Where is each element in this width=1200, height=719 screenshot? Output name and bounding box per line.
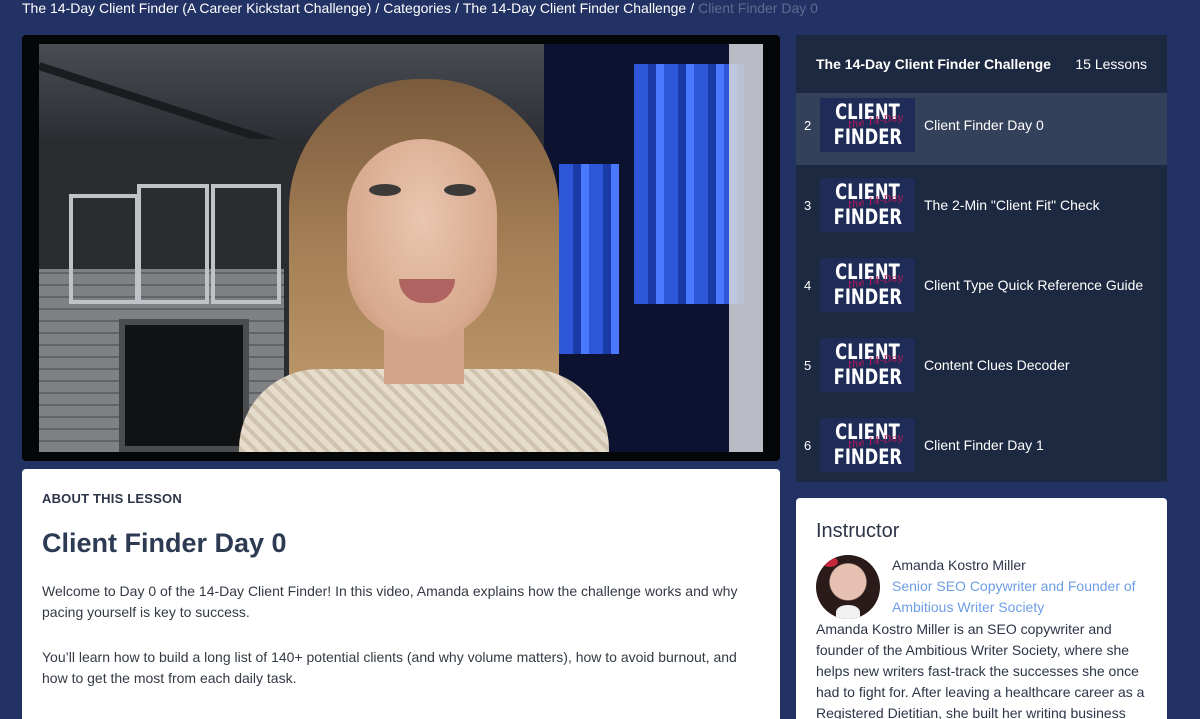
lesson-thumbnail: CLIENT FINDER the 14-Day [820,418,915,472]
lesson-number: 3 [804,197,812,213]
instructor-name: Amanda Kostro Miller [892,557,1026,573]
lesson-title: Content Clues Decoder [924,357,1070,373]
about-lesson-card: ABOUT THIS LESSON Client Finder Day 0 We… [22,469,780,719]
lesson-thumbnail: CLIENT FINDER the 14-Day [820,338,915,392]
lesson-item-active[interactable]: 2 CLIENT FINDER the 14-Day Client Finder… [796,85,1167,165]
lesson-item[interactable]: 4 CLIENT FINDER the 14-Day Client Type Q… [796,245,1167,325]
instructor-role-link[interactable]: Senior SEO Copywriter and Founder of Amb… [892,576,1142,618]
breadcrumb-separator: / [375,0,380,16]
lesson-number: 2 [804,117,812,133]
instructor-avatar [816,555,880,619]
lesson-title: Client Type Quick Reference Guide [924,277,1144,293]
lesson-number: 4 [804,277,812,293]
lesson-count: 15 Lessons [1075,56,1147,72]
lesson-thumbnail: CLIENT FINDER the 14-Day [820,98,915,152]
breadcrumb-categories[interactable]: Categories [383,0,451,16]
lesson-item[interactable]: 3 CLIENT FINDER the 14-Day The 2-Min "Cl… [796,165,1167,245]
lesson-title: Client Finder Day 1 [924,437,1044,453]
lesson-number: 6 [804,437,812,453]
instructor-heading: Instructor [816,520,900,542]
about-lesson-label: ABOUT THIS LESSON [42,491,182,506]
lesson-list-title: The 14-Day Client Finder Challenge [816,56,1051,72]
presenter [219,79,619,452]
lesson-description: You’ll learn how to build a long list of… [42,649,737,686]
video-frame-image[interactable] [39,44,763,452]
lesson-item[interactable]: 5 CLIENT FINDER the 14-Day Content Clues… [796,325,1167,405]
lesson-list[interactable]: CLIENT FINDER the 14-Day 2 CLIENT FINDER… [796,35,1167,482]
lesson-item[interactable]: 6 CLIENT FINDER the 14-Day Client Finder… [796,405,1167,482]
breadcrumb-separator: / [454,0,459,16]
lesson-title: The 2-Min "Client Fit" Check [924,197,1100,213]
lesson-description: Welcome to Day 0 of the 14-Day Client Fi… [42,583,738,620]
lesson-thumbnail: CLIENT FINDER the 14-Day [820,178,915,232]
instructor-card: Instructor Amanda Kostro Miller Senior S… [796,498,1167,719]
lesson-thumbnail: CLIENT FINDER the 14-Day [820,258,915,312]
lesson-title: Client Finder Day 0 [924,117,1044,133]
breadcrumb: The 14-Day Client Finder (A Career Kicks… [22,0,818,18]
breadcrumb-challenge[interactable]: The 14-Day Client Finder Challenge [463,0,686,16]
lesson-list-panel[interactable]: The 14-Day Client Finder Challenge 15 Le… [796,35,1167,482]
lesson-list-header: The 14-Day Client Finder Challenge 15 Le… [796,35,1167,93]
breadcrumb-current: Client Finder Day 0 [698,0,818,16]
video-player[interactable] [22,35,780,461]
instructor-bio: Amanda Kostro Miller is an SEO copywrite… [816,621,1145,719]
breadcrumb-separator: / [690,0,695,16]
breadcrumb-course[interactable]: The 14-Day Client Finder (A Career Kicks… [22,0,371,16]
lesson-heading: Client Finder Day 0 [42,528,287,558]
lesson-number: 5 [804,357,812,373]
